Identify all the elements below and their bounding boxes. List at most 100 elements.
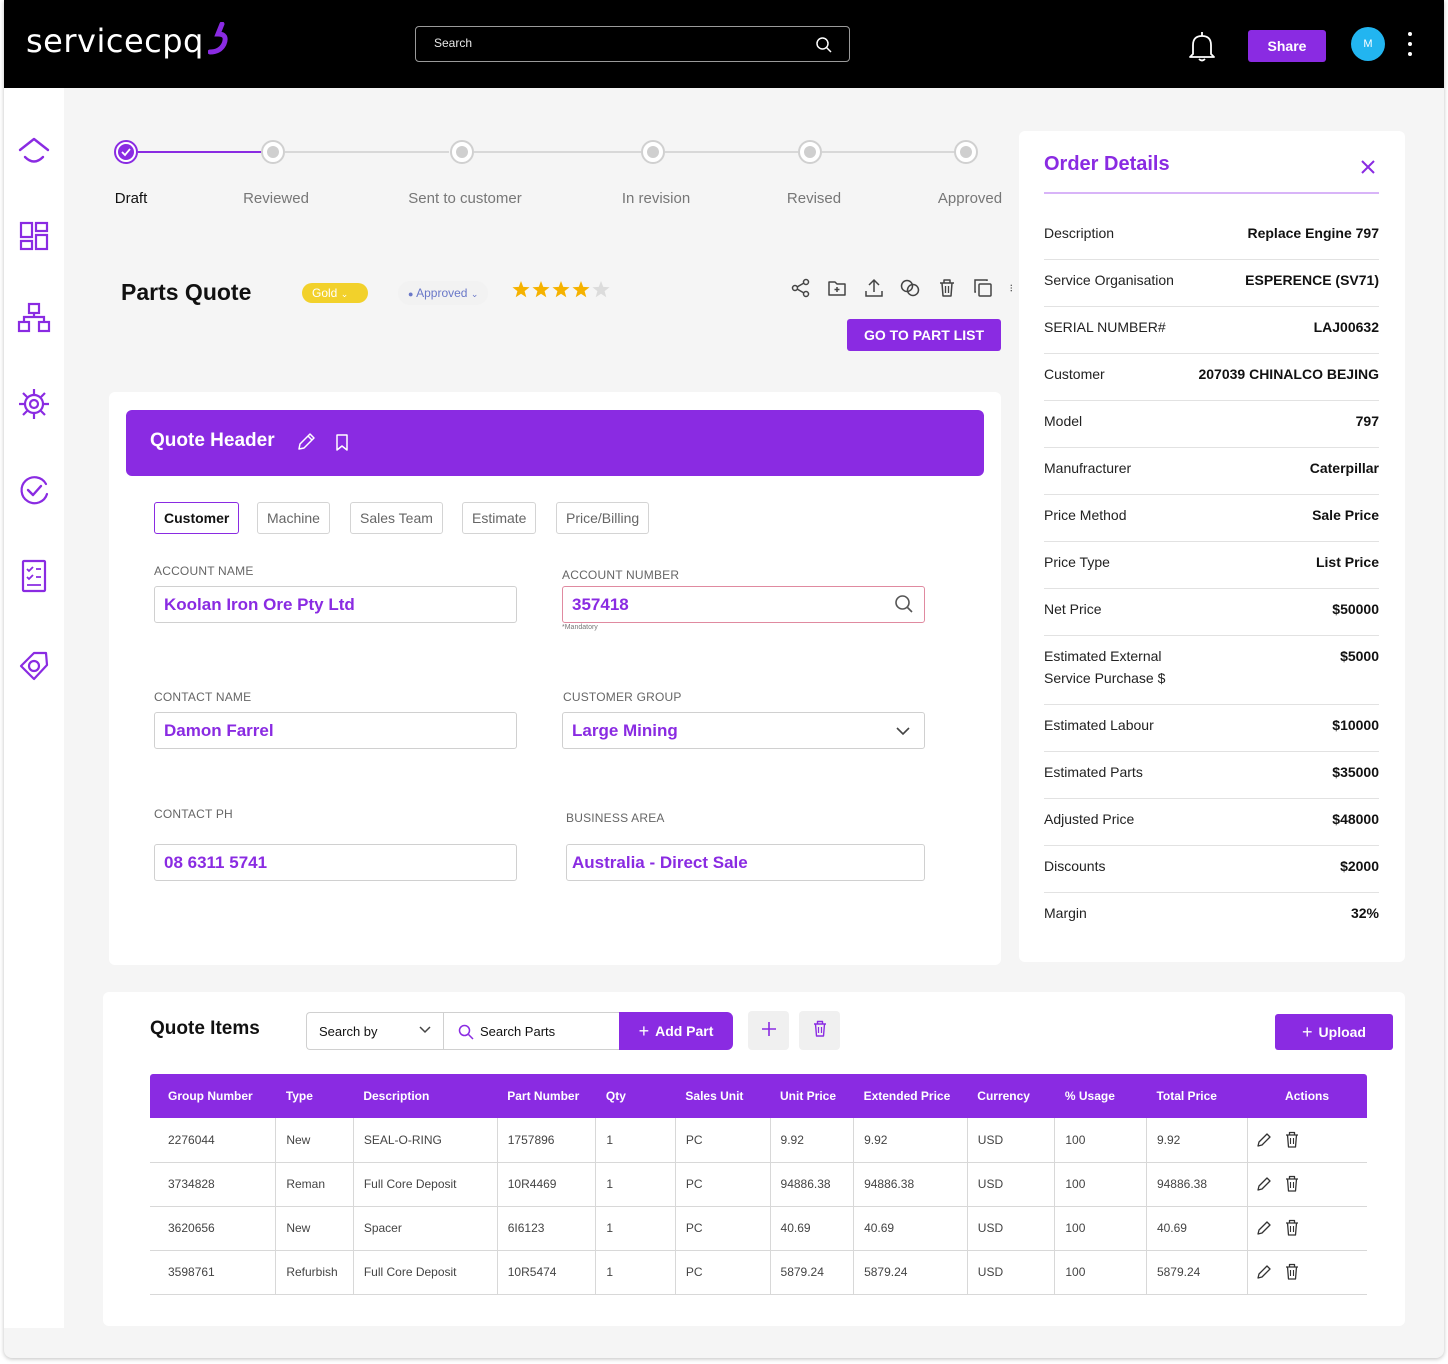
column-header[interactable]: Sales Unit — [675, 1074, 771, 1118]
order-detail-label: Price Type — [1044, 554, 1110, 570]
column-header[interactable]: Unit Price — [770, 1074, 854, 1118]
star-filled-icon[interactable] — [572, 281, 590, 298]
table-cell: 40.69 — [1146, 1206, 1248, 1251]
business-area-field[interactable]: Australia - Direct Sale — [566, 844, 925, 881]
edit-icon[interactable] — [1256, 1220, 1272, 1236]
avatar[interactable]: M — [1351, 27, 1385, 61]
tag-icon[interactable] — [16, 648, 52, 684]
share-icon[interactable] — [790, 277, 812, 299]
star-empty-icon[interactable] — [592, 281, 610, 298]
checklist-icon[interactable] — [16, 558, 52, 594]
account-number-field[interactable]: 357418 — [562, 586, 925, 623]
table-cell: 9.92 — [1146, 1118, 1248, 1163]
upload-icon[interactable] — [863, 277, 885, 299]
trash-icon[interactable] — [1284, 1219, 1300, 1237]
settings-icon[interactable] — [16, 386, 52, 422]
chevron-down-icon: ⌄ — [470, 289, 479, 299]
tab-price-billing[interactable]: Price/Billing — [556, 502, 650, 534]
tab-customer[interactable]: Customer — [154, 502, 240, 534]
table-cell: 100 — [1054, 1250, 1147, 1295]
new-folder-icon[interactable] — [826, 277, 848, 299]
step-approved-dot[interactable] — [954, 140, 978, 164]
table-cell: 3620656 — [150, 1206, 277, 1251]
delete-rows-button[interactable] — [799, 1011, 840, 1050]
hierarchy-icon[interactable] — [16, 300, 52, 336]
step-reviewed-dot[interactable] — [261, 140, 285, 164]
search-by-dropdown[interactable]: Search by — [306, 1012, 443, 1050]
logo[interactable]: servicecpq — [26, 22, 204, 60]
edit-icon[interactable] — [1256, 1132, 1272, 1148]
close-icon[interactable] — [1360, 159, 1376, 175]
table-row[interactable]: 3734828 Reman Full Core Deposit 10R4469 1 PC 9… — [150, 1162, 1367, 1207]
edit-icon[interactable] — [1256, 1176, 1272, 1192]
rating-stars[interactable] — [511, 278, 615, 302]
contact-name-field[interactable]: Damon Farrel — [154, 712, 517, 749]
step-draft-dot[interactable] — [114, 140, 138, 164]
table-cell: 2276044 — [150, 1118, 277, 1163]
column-header[interactable]: Extended Price — [853, 1074, 968, 1118]
add-part-button[interactable]: + Add Part — [619, 1012, 733, 1050]
add-part-label: Add Part — [655, 1022, 714, 1039]
column-header[interactable]: Currency — [967, 1074, 1055, 1118]
upload-button[interactable]: + Upload — [1275, 1014, 1393, 1050]
step-in-revision-dot[interactable] — [641, 140, 665, 164]
account-name-field[interactable]: Koolan Iron Ore Pty Ltd — [154, 586, 517, 623]
order-detail-value: Replace Engine 797 — [1247, 225, 1379, 241]
star-filled-icon[interactable] — [552, 281, 570, 298]
step-revised-dot[interactable] — [798, 140, 822, 164]
more-menu-icon[interactable] — [1406, 30, 1414, 58]
copy-icon[interactable] — [972, 277, 994, 299]
order-detail-label: Service Purchase $ — [1044, 670, 1166, 686]
edit-icon[interactable] — [1256, 1264, 1272, 1280]
edit-icon[interactable] — [296, 432, 316, 452]
step-connector — [665, 151, 798, 153]
order-detail-row: Adjusted Price $48000 — [1044, 808, 1379, 846]
table-cell: PC — [675, 1162, 771, 1207]
tab-sales-team[interactable]: Sales Team — [350, 502, 443, 534]
tier-badge[interactable]: Gold ⌄ — [302, 283, 368, 303]
trash-icon[interactable] — [1284, 1263, 1300, 1281]
approval-icon[interactable] — [16, 472, 52, 508]
tab-estimate[interactable]: Estimate — [462, 502, 537, 534]
column-header[interactable]: Qty — [595, 1074, 676, 1118]
status-dropdown[interactable]: ● Approved ⌄ — [398, 281, 489, 305]
trash-icon[interactable] — [936, 277, 958, 299]
bookmark-icon[interactable] — [333, 432, 351, 452]
column-header[interactable]: Group Number — [150, 1074, 276, 1118]
add-row-button[interactable] — [748, 1011, 789, 1050]
search-icon[interactable] — [894, 594, 914, 614]
table-row[interactable]: 2276044 New SEAL-O-RING 1757896 1 PC 9.92 9.92 U… — [150, 1118, 1367, 1163]
table-cell: 94886.38 — [853, 1162, 968, 1207]
search-input[interactable] — [434, 36, 794, 50]
search-parts-input[interactable] — [480, 1024, 610, 1039]
home-icon[interactable] — [16, 134, 52, 170]
step-sent-dot[interactable] — [450, 140, 474, 164]
table-row[interactable]: 3620656 New Spacer 6I6123 1 PC 40.69 40.69 USD 10… — [150, 1206, 1367, 1251]
trash-icon[interactable] — [1284, 1175, 1300, 1193]
search-parts-field[interactable] — [443, 1012, 623, 1050]
search-icon[interactable] — [815, 36, 833, 54]
global-search[interactable] — [415, 26, 850, 62]
bell-icon[interactable] — [1184, 28, 1220, 64]
go-to-part-list-button[interactable]: GO TO PART LIST — [847, 319, 1001, 351]
star-filled-icon[interactable] — [532, 281, 550, 298]
star-filled-icon[interactable] — [512, 281, 530, 298]
table-cell: 1 — [595, 1206, 676, 1251]
dashboard-icon[interactable] — [16, 218, 52, 254]
customer-group-select[interactable]: Large Mining — [562, 712, 925, 749]
more-icon[interactable] — [1009, 277, 1019, 299]
trash-icon[interactable] — [1284, 1131, 1300, 1149]
table-row[interactable]: 3598761 Refurbish Full Core Deposit 10R5474… — [150, 1250, 1367, 1295]
column-header[interactable]: Total Price — [1146, 1074, 1248, 1118]
column-header[interactable]: % Usage — [1054, 1074, 1147, 1118]
column-header[interactable]: Actions — [1247, 1074, 1367, 1118]
column-header[interactable]: Part Number — [497, 1074, 596, 1118]
link-icon[interactable] — [899, 277, 921, 299]
business-area-label: BUSINESS AREA — [566, 811, 665, 825]
tab-machine[interactable]: Machine — [257, 502, 330, 534]
contact-ph-field[interactable]: 08 6311 5741 — [154, 844, 517, 881]
column-header[interactable]: Description — [353, 1074, 498, 1118]
column-header[interactable]: Type — [275, 1074, 354, 1118]
table-cell: New — [275, 1206, 354, 1251]
share-button[interactable]: Share — [1248, 30, 1326, 62]
